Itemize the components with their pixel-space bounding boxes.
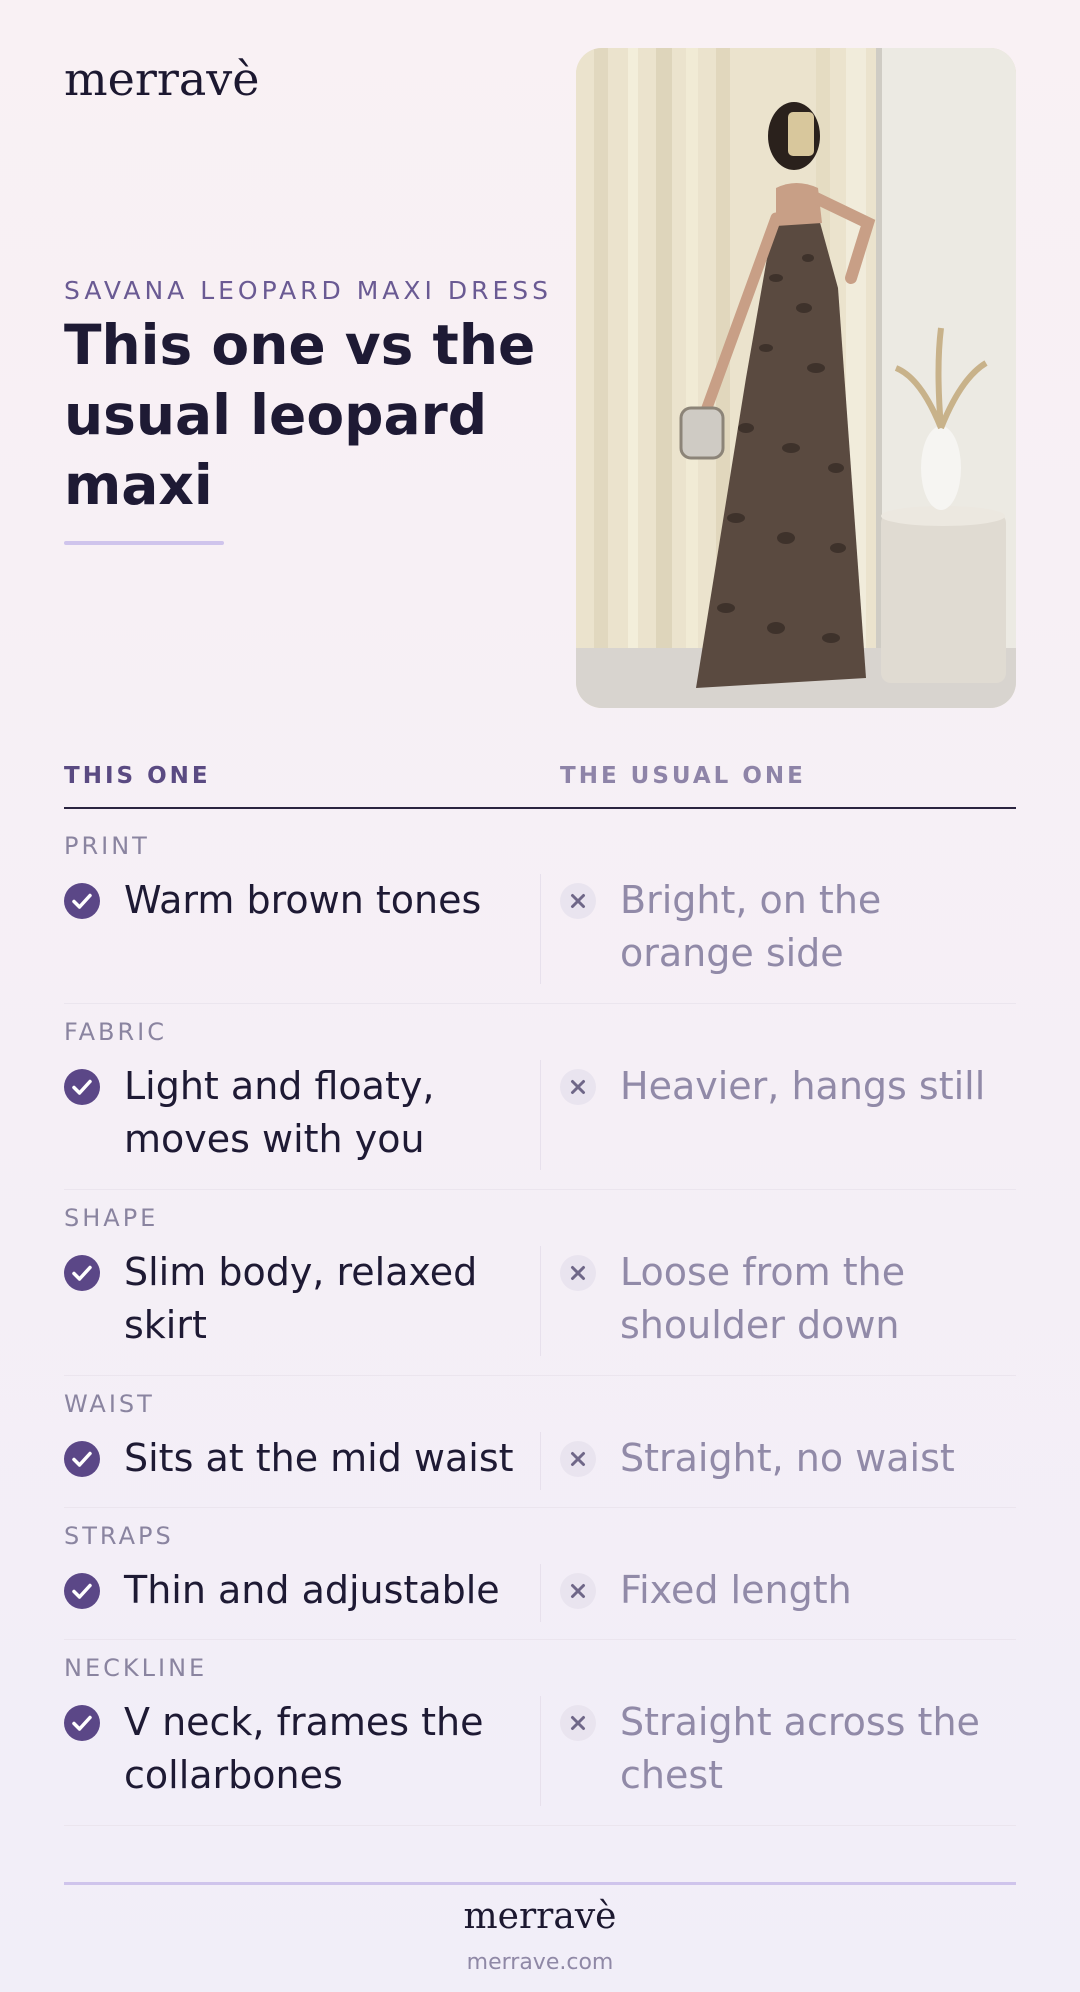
row-category: FABRIC <box>64 1018 167 1046</box>
this-one-text: Slim body, relaxed skirt <box>124 1250 478 1347</box>
comparison-row-shape: SHAPE Slim body, relaxed skirt Loose fro… <box>64 1204 1016 1378</box>
row-divider <box>64 1639 1016 1640</box>
row-category: NECKLINE <box>64 1654 208 1682</box>
column-divider <box>540 874 541 984</box>
column-header-this-one: THIS ONE <box>64 763 211 789</box>
brand-logo: merravè <box>64 52 260 106</box>
column-header-usual-one: THE USUAL ONE <box>560 763 806 789</box>
this-one-text: Light and floaty, moves with you <box>124 1064 435 1161</box>
comparison-row-waist: WAIST Sits at the mid waist Straight, no… <box>64 1390 1016 1510</box>
check-icon <box>64 1255 100 1291</box>
this-one-text: V neck, frames the collarbones <box>124 1700 484 1797</box>
header-divider <box>64 807 1016 809</box>
footer-logo: merravè <box>463 1896 617 1937</box>
check-icon <box>64 883 100 919</box>
comparison-row-neckline: NECKLINE V neck, frames the collarbones … <box>64 1654 1016 1828</box>
footer-divider <box>64 1882 1016 1885</box>
footer-url-link[interactable]: merrave.com <box>0 1950 1080 1975</box>
check-icon <box>64 1069 100 1105</box>
column-divider <box>540 1246 541 1356</box>
check-icon <box>64 1441 100 1477</box>
x-icon <box>560 1069 596 1105</box>
column-divider <box>540 1432 541 1490</box>
row-category: WAIST <box>64 1390 155 1418</box>
column-divider <box>540 1696 541 1806</box>
x-icon <box>560 1441 596 1477</box>
x-icon <box>560 883 596 919</box>
row-divider <box>64 1507 1016 1508</box>
usual-one-text: Straight across the chest <box>620 1700 980 1797</box>
row-category: PRINT <box>64 832 150 860</box>
this-one-text: Warm brown tones <box>124 878 482 922</box>
row-divider <box>64 1189 1016 1190</box>
usual-one-text: Fixed length <box>620 1568 852 1612</box>
row-category: SHAPE <box>64 1204 159 1232</box>
comparison-row-straps: STRAPS Thin and adjustable Fixed length <box>64 1522 1016 1642</box>
column-divider <box>540 1564 541 1622</box>
row-category: STRAPS <box>64 1522 174 1550</box>
column-divider <box>540 1060 541 1170</box>
page-title: This one vs the usual leopard maxi <box>64 313 536 517</box>
check-icon <box>64 1705 100 1741</box>
comparison-row-print: PRINT Warm brown tones Bright, on the or… <box>64 832 1016 1006</box>
check-icon <box>64 1573 100 1609</box>
x-icon <box>560 1573 596 1609</box>
usual-one-text: Heavier, hangs still <box>620 1064 986 1108</box>
usual-one-text: Straight, no waist <box>620 1436 955 1480</box>
this-one-text: Sits at the mid waist <box>124 1436 514 1480</box>
usual-one-text: Bright, on the orange side <box>620 878 882 975</box>
title-underline <box>64 541 224 545</box>
row-divider <box>64 1003 1016 1004</box>
product-eyebrow: SAVANA LEOPARD MAXI DRESS <box>64 276 553 305</box>
usual-one-text: Loose from the shoulder down <box>620 1250 906 1347</box>
x-icon <box>560 1705 596 1741</box>
row-divider <box>64 1825 1016 1826</box>
this-one-text: Thin and adjustable <box>124 1568 500 1612</box>
row-divider <box>64 1375 1016 1376</box>
x-icon <box>560 1255 596 1291</box>
comparison-row-fabric: FABRIC Light and floaty, moves with you … <box>64 1018 1016 1192</box>
product-photo <box>576 48 1016 708</box>
